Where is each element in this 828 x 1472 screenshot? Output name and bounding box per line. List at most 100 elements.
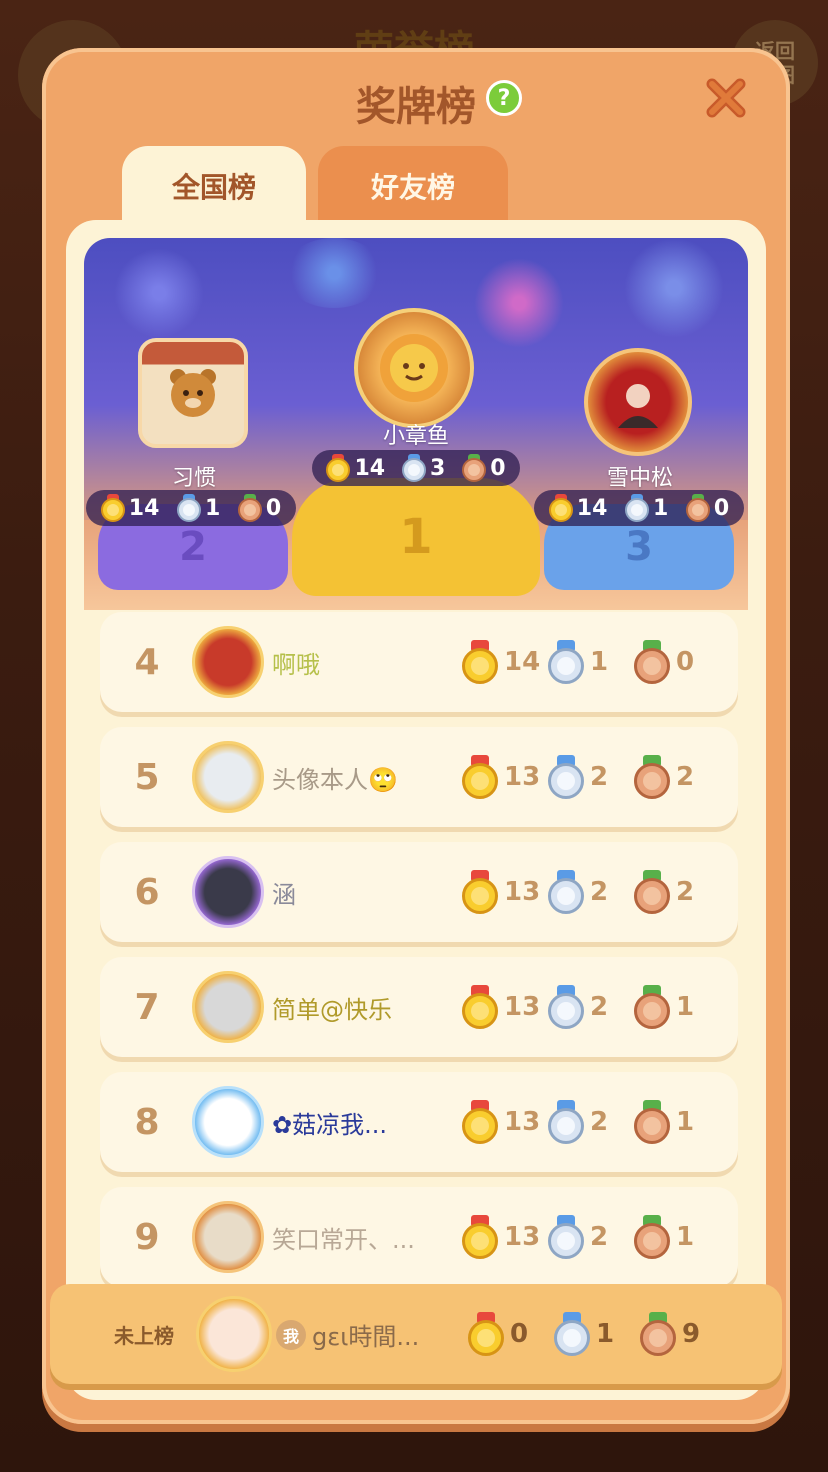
bronze-medal-icon [634,1100,670,1144]
firework-decoration [114,248,204,338]
silver-medal-icon [548,1215,584,1259]
silver-count: 1 [204,495,221,521]
silver-medal-icon [401,454,426,482]
player-name: 涵 [272,880,296,909]
silver-count: 2 [590,762,609,792]
my-rank-label: 未上榜 [114,1323,174,1348]
gold-medal-icon [100,494,125,522]
third-place-name: 雪中松 [606,466,673,491]
leaderboard-row[interactable]: 7 简单@快乐 13 2 1 [100,957,738,1057]
bronze-medal-icon [634,755,670,799]
player-avatar[interactable] [192,1201,264,1273]
player-avatar[interactable] [192,626,264,698]
gold-medal-icon [548,494,573,522]
rank-number: 6 [134,871,160,913]
bronze-medal-icon [634,640,670,684]
bronze-count: 0 [265,495,282,521]
tab-friends[interactable]: 好友榜 [318,146,508,226]
third-place-medals: 14 1 0 [534,490,744,526]
tab-national[interactable]: 全国榜 [122,146,306,226]
my-name: gει時間... [312,1322,420,1351]
close-button[interactable] [702,74,750,122]
bronze-count: 0 [713,495,730,521]
gold-count: 14 [128,495,160,521]
medal-counts: 13 2 2 [462,727,732,827]
silver-count: 3 [429,455,446,481]
rank-number: 7 [134,986,160,1028]
firework-decoration [474,258,564,348]
leaderboard-row[interactable]: 8 ✿菇凉我... 13 2 1 [100,1072,738,1172]
firework-decoration [284,238,384,308]
rank-number: 4 [134,641,160,683]
player-name: 啊哦 [272,650,320,679]
medal-counts: 13 2 1 [462,1187,732,1287]
third-place-avatar[interactable] [584,348,692,456]
bronze-medal-icon [634,870,670,914]
bronze-medal-icon [237,494,262,522]
my-medal-counts: 0 1 9 [468,1284,726,1384]
leaderboard-panel: 2 1 3 小章鱼 14 3 0 习惯 14 1 0 雪中松 14 1 0 4 … [66,220,766,1400]
leaderboard-row[interactable]: 6 涵 13 2 2 [100,842,738,942]
bronze-count: 0 [676,647,695,677]
gold-count: 14 [576,495,608,521]
help-icon[interactable]: ? [486,80,522,116]
bear-icon [170,369,216,417]
gold-count: 13 [504,762,541,792]
leaderboard-row[interactable]: 5 头像本人🙄 13 2 2 [100,727,738,827]
bronze-count: 1 [676,992,695,1022]
silver-medal-icon [548,755,584,799]
gold-count: 13 [504,1107,541,1137]
bronze-count: 9 [682,1319,701,1349]
silver-count: 2 [590,877,609,907]
player-avatar[interactable] [192,1086,264,1158]
medal-counts: 13 2 1 [462,957,732,1057]
silver-count: 2 [590,1222,609,1252]
player-avatar[interactable] [192,741,264,813]
player-avatar[interactable] [192,971,264,1043]
bronze-medal-icon [634,1215,670,1259]
rank-number: 9 [134,1216,160,1258]
bronze-count: 1 [676,1107,695,1137]
first-place-medals: 14 3 0 [312,450,520,486]
medal-leaderboard-dialog: 奖牌榜 ? 全国榜 好友榜 2 1 3 小章鱼 14 3 0 习惯 14 1 0… [42,48,790,1424]
player-name: 笑口常开、... [272,1225,415,1254]
podium-area: 2 1 3 小章鱼 14 3 0 习惯 14 1 0 雪中松 14 1 0 [84,238,748,610]
silver-count: 1 [652,495,669,521]
bronze-count: 2 [676,877,695,907]
first-place-avatar[interactable] [354,308,474,428]
second-place-name: 习惯 [171,466,216,491]
medal-counts: 13 2 2 [462,842,732,942]
dialog-title: 奖牌榜 [356,84,476,130]
my-avatar[interactable] [196,1296,272,1372]
silver-count: 1 [590,647,609,677]
bronze-medal-icon [685,494,710,522]
silver-count: 2 [590,1107,609,1137]
rank-number: 5 [134,756,160,798]
gold-medal-icon [326,454,351,482]
first-place-name: 小章鱼 [382,424,449,449]
player-name: 简单@快乐 [272,995,392,1024]
player-name: 头像本人🙄 [272,765,398,794]
gold-count: 14 [504,647,541,677]
bronze-count: 1 [676,1222,695,1252]
leaderboard-row[interactable]: 4 啊哦 14 1 0 [100,612,738,712]
close-icon [706,78,746,118]
me-badge: 我 [276,1320,306,1350]
gold-count: 14 [354,455,386,481]
medal-counts: 13 2 1 [462,1072,732,1172]
silver-medal-icon [554,1312,590,1356]
bronze-count: 2 [676,762,695,792]
player-avatar[interactable] [192,856,264,928]
second-place-avatar[interactable] [138,338,248,448]
silver-medal-icon [624,494,649,522]
silver-medal-icon [176,494,201,522]
my-rank-row[interactable]: 未上榜 我 gει時間... 0 1 9 [50,1284,782,1384]
gold-count: 13 [504,1222,541,1252]
second-place-medals: 14 1 0 [86,490,296,526]
silver-medal-icon [548,870,584,914]
bronze-medal-icon [462,454,487,482]
gold-medal-icon [462,755,498,799]
pedestal-first: 1 [292,478,540,596]
gold-count: 0 [510,1319,529,1349]
leaderboard-row[interactable]: 9 笑口常开、... 13 2 1 [100,1187,738,1287]
